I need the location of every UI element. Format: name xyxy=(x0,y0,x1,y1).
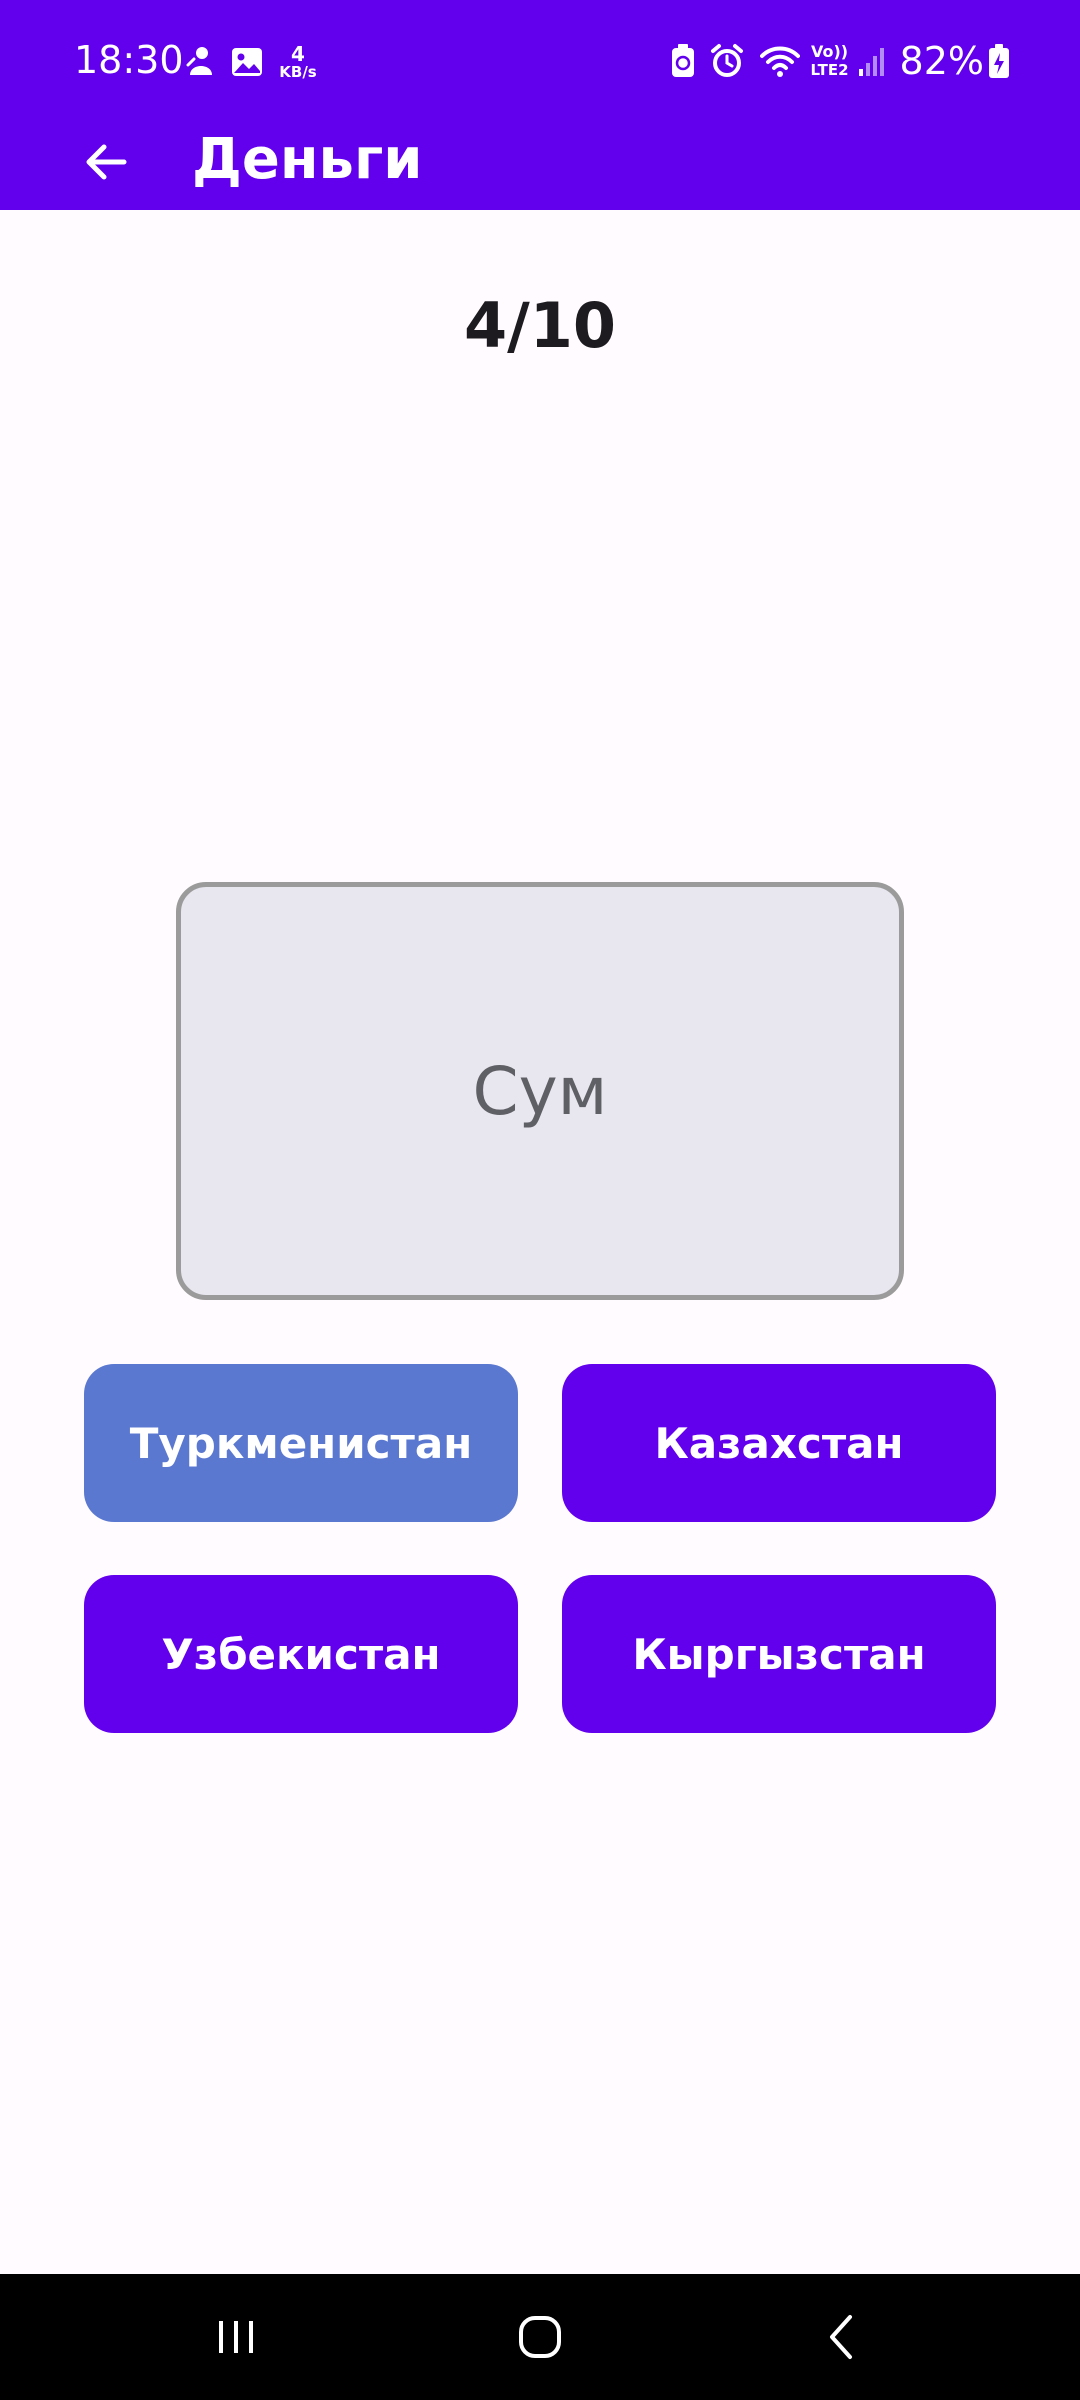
arrow-left-icon xyxy=(86,144,127,180)
volte-label: Vo)) xyxy=(810,42,849,61)
answer-button-2[interactable]: Казахстан xyxy=(562,1364,996,1522)
recents-button[interactable] xyxy=(196,2297,276,2377)
battery-saver-icon xyxy=(670,43,696,79)
signal-icon xyxy=(858,45,886,77)
answer-button-1[interactable]: Туркменистан xyxy=(84,1364,518,1522)
quiz-screen: 18:30 4 KB/s Vo)) LTE2 82% Деньги 4/10 С… xyxy=(0,0,1080,2400)
app-bar: Деньги xyxy=(0,110,1080,210)
network-speed: 4 KB/s xyxy=(276,44,320,80)
status-notification-icons: 4 KB/s xyxy=(186,40,320,84)
wifi-icon xyxy=(759,44,800,78)
status-system-icons: Vo)) LTE2 82% xyxy=(670,38,1010,84)
battery-percent: 82% xyxy=(899,39,984,83)
question-progress: 4/10 xyxy=(463,289,617,362)
alarm-icon xyxy=(710,43,744,79)
system-navigation-bar xyxy=(0,2274,1080,2400)
network-speed-unit: KB/s xyxy=(279,63,317,81)
notification-app-icon xyxy=(186,45,216,79)
home-icon xyxy=(519,2316,561,2358)
back-button[interactable] xyxy=(68,124,144,200)
battery-charging-icon xyxy=(988,43,1010,79)
status-time: 18:30 xyxy=(74,38,184,82)
network-speed-value: 4 xyxy=(291,42,305,66)
status-bar: 18:30 4 KB/s Vo)) LTE2 82% xyxy=(0,0,1080,120)
top-bar: 18:30 4 KB/s Vo)) LTE2 82% Деньги xyxy=(0,0,1080,210)
answer-button-4[interactable]: Кыргызстан xyxy=(562,1575,996,1733)
question-card: Сум xyxy=(176,882,904,1300)
lte-label: LTE2 xyxy=(810,61,849,79)
system-back-button[interactable] xyxy=(802,2297,882,2377)
gallery-icon xyxy=(230,45,264,79)
chevron-left-icon xyxy=(830,2315,852,2359)
page-title: Деньги xyxy=(192,127,423,192)
answer-button-3[interactable]: Узбекистан xyxy=(84,1575,518,1733)
question-word: Сум xyxy=(472,1052,608,1130)
home-button[interactable] xyxy=(500,2297,580,2377)
volte-indicator: Vo)) LTE2 xyxy=(808,42,852,80)
recents-icon xyxy=(219,2321,253,2353)
